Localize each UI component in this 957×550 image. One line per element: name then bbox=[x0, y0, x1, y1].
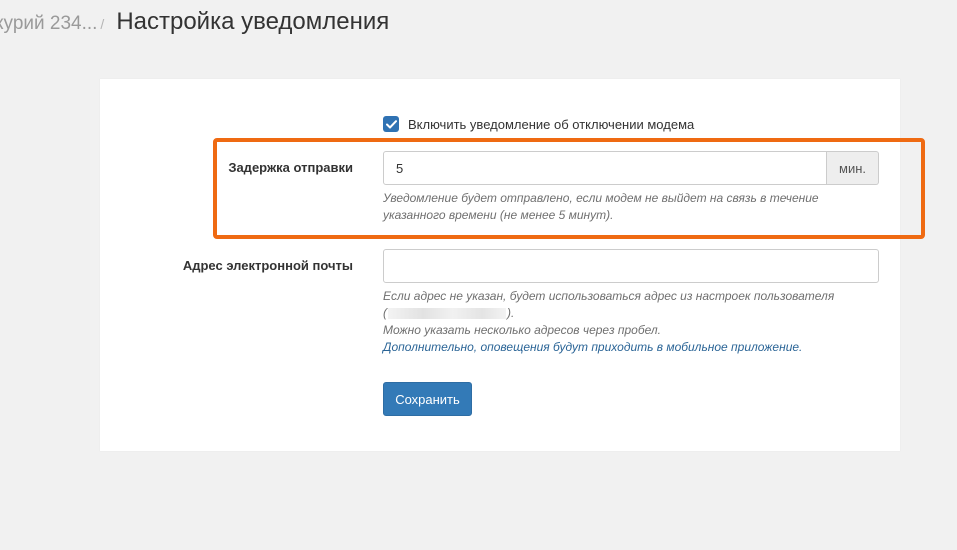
email-input-group bbox=[383, 249, 879, 283]
breadcrumb-link[interactable]: курий 234... bbox=[0, 13, 97, 35]
delay-input-group: мин. bbox=[383, 151, 879, 185]
enable-notification-label[interactable]: Включить уведомление об отключении модем… bbox=[408, 117, 694, 132]
delay-label: Задержка отправки bbox=[228, 160, 353, 175]
paren-open: ( bbox=[383, 306, 387, 320]
email-input[interactable] bbox=[383, 249, 879, 283]
email-help-user-address: (). bbox=[383, 305, 863, 322]
email-help-multiple-note: Можно указать несколько адресов через пр… bbox=[383, 323, 661, 337]
enable-notification-row: Включить уведомление об отключении модем… bbox=[383, 116, 694, 132]
email-help-default-note: Если адрес не указан, будет использовать… bbox=[383, 289, 835, 303]
breadcrumb-separator: / bbox=[100, 16, 105, 32]
email-help-text: Если адрес не указан, будет использовать… bbox=[383, 288, 863, 356]
checkmark-icon bbox=[385, 119, 397, 128]
email-label: Адрес электронной почты bbox=[182, 258, 353, 273]
paren-close: ). bbox=[507, 306, 515, 320]
mobile-app-link[interactable]: Дополнительно, оповещения будут приходит… bbox=[383, 339, 863, 356]
page-header: курий 234... / Настройка уведомления bbox=[0, 8, 389, 40]
enable-notification-checkbox[interactable] bbox=[383, 116, 399, 132]
delay-input[interactable] bbox=[383, 151, 827, 185]
page: курий 234... / Настройка уведомления Вкл… bbox=[0, 0, 957, 550]
delay-unit-addon: мин. bbox=[827, 151, 879, 185]
redacted-email bbox=[388, 308, 506, 320]
save-button[interactable]: Сохранить bbox=[383, 382, 472, 416]
settings-form-card: Включить уведомление об отключении модем… bbox=[100, 79, 900, 451]
page-title: Настройка уведомления bbox=[116, 8, 390, 35]
delay-help-text: Уведомление будет отправлено, если модем… bbox=[383, 191, 819, 222]
